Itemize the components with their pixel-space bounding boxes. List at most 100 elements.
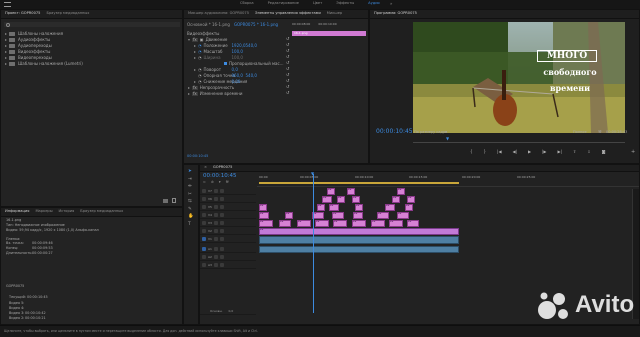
video-clip[interactable]: 16: [259, 220, 273, 227]
video-clip[interactable]: 16: [329, 204, 339, 211]
param-value[interactable]: 1920,0: [232, 43, 246, 48]
toggle-output-icon[interactable]: [202, 197, 206, 201]
trash-icon[interactable]: [172, 198, 176, 203]
linked-selection-icon[interactable]: ⊘: [211, 180, 214, 185]
lock-icon[interactable]: [213, 213, 218, 217]
param-value[interactable]: 100,0: [232, 55, 243, 60]
workspace-tab-effects[interactable]: Эффекты: [336, 1, 354, 6]
stopwatch-icon[interactable]: ◔: [198, 49, 202, 54]
video-clip[interactable]: 16: [392, 196, 400, 203]
param-row[interactable]: ◔ Снижение мерцания 0,00: [194, 79, 247, 84]
eye-icon[interactable]: [219, 229, 224, 233]
video-clip[interactable]: 16: [405, 204, 413, 211]
tab-effect-controls[interactable]: Элементы управления эффектами: [255, 12, 321, 16]
wrench-icon[interactable]: ⚒: [598, 130, 602, 134]
video-clip[interactable]: 16: [315, 220, 329, 227]
razor-tool-icon[interactable]: ✂: [188, 192, 194, 198]
toggle-output-icon[interactable]: [202, 237, 206, 241]
video-clip[interactable]: 16: [389, 220, 403, 227]
track-header-v7[interactable]: V7: [200, 188, 256, 195]
folder-item[interactable]: Шаблоны наложения (Lumetri): [5, 61, 83, 66]
effect-opacity-row[interactable]: fx Непрозрачность: [188, 85, 234, 90]
video-clip[interactable]: 16: [385, 204, 395, 211]
ripple-edit-tool-icon[interactable]: ⇹: [188, 184, 194, 190]
video-clip[interactable]: 16: [352, 196, 360, 203]
eye-icon[interactable]: [219, 205, 224, 209]
slip-tool-icon[interactable]: ⇆: [188, 199, 194, 205]
video-clip[interactable]: 16: [347, 188, 355, 195]
menu-lines-icon[interactable]: [4, 2, 11, 7]
extract-icon[interactable]: ⇩: [587, 150, 590, 154]
workspace-tab-assembly[interactable]: Сборка: [240, 1, 254, 6]
workspace-tab-audio[interactable]: Аудио: [368, 1, 380, 6]
folder-item[interactable]: Аудиоэффекты: [5, 37, 50, 42]
stopwatch-icon[interactable]: ◔: [198, 55, 202, 60]
eye-icon[interactable]: [219, 213, 224, 217]
video-clip[interactable]: 16: [332, 212, 344, 219]
tab-media-browser[interactable]: Браузер медиаданных: [80, 210, 123, 214]
wrench-icon[interactable]: ⚒: [226, 180, 229, 185]
eye-icon[interactable]: [219, 237, 224, 241]
export-frame-icon[interactable]: ◙: [602, 150, 606, 154]
toggle-output-icon[interactable]: [202, 229, 206, 233]
track-header-v3[interactable]: V3: [200, 220, 256, 227]
overflow-chevron-icon[interactable]: »: [390, 2, 392, 6]
tab-history[interactable]: История: [59, 210, 75, 214]
track-header-a2[interactable]: A2: [200, 254, 256, 261]
pen-tool-icon[interactable]: ✎: [188, 207, 194, 213]
project-search-input[interactable]: [4, 22, 180, 27]
folder-item[interactable]: Шаблоны наложения: [5, 31, 63, 36]
toggle-output-icon[interactable]: [202, 205, 206, 209]
video-clip[interactable]: 16: [297, 220, 311, 227]
stopwatch-icon[interactable]: ◔: [198, 73, 202, 78]
lock-icon[interactable]: [213, 189, 218, 193]
param-row[interactable]: ◔ Масштаб 100,0: [194, 49, 243, 54]
tab-audio-clip-mixer[interactable]: Микшер аудиоклипа: GOPR0075: [188, 12, 249, 16]
video-clip[interactable]: 16: [407, 220, 419, 227]
step-back-icon[interactable]: ◀|: [513, 150, 517, 154]
tab-info[interactable]: Информация: [5, 210, 29, 214]
chevron-down-icon[interactable]: ▾: [445, 131, 447, 134]
audio-clip-a1[interactable]: [259, 246, 459, 253]
workspace-tab-editing[interactable]: Редактирование: [268, 1, 299, 6]
tab-mixer[interactable]: Микшер: [327, 12, 342, 16]
stopwatch-icon[interactable]: ◔: [198, 67, 202, 72]
type-tool-icon[interactable]: T: [188, 222, 194, 228]
video-clip[interactable]: 16: [407, 196, 415, 203]
toggle-output-icon[interactable]: [202, 247, 206, 251]
close-icon[interactable]: ×: [204, 166, 207, 170]
param-row[interactable]: ◔ Опорная точка 960,0 540,0: [194, 73, 257, 78]
sequence-clip-label[interactable]: GOPR0075 * 16-1.png: [234, 22, 278, 27]
effect-time-remap-row[interactable]: fx Изменение времени: [188, 91, 242, 96]
video-preview[interactable]: МНОГО свободного времени: [413, 22, 625, 133]
video-clip[interactable]: 16: [259, 212, 269, 219]
add-marker-icon[interactable]: ▾: [219, 180, 221, 185]
effect-motion-row[interactable]: fx ▣ Движение: [188, 37, 227, 42]
video-clip[interactable]: 16: [353, 212, 363, 219]
video-clip[interactable]: 16: [371, 220, 385, 227]
playhead-marker-icon[interactable]: ▼: [446, 137, 449, 141]
video-clip[interactable]: 16: [259, 204, 267, 211]
solo-icon[interactable]: [219, 255, 224, 259]
param-value[interactable]: 960,0: [232, 73, 246, 78]
video-clip[interactable]: 16: [397, 212, 409, 219]
video-clip[interactable]: 16: [327, 188, 335, 195]
toggle-output-icon[interactable]: [202, 213, 206, 217]
toggle-output-icon[interactable]: [202, 255, 206, 259]
playhead-marker-icon[interactable]: ▼: [311, 172, 314, 176]
timeline-timecode[interactable]: 00:00:10:45: [203, 173, 237, 180]
track-header-a3[interactable]: A3: [200, 262, 256, 269]
param-value[interactable]: 0,0: [232, 67, 238, 72]
toggle-output-icon[interactable]: [202, 189, 206, 193]
lock-icon[interactable]: [213, 205, 218, 209]
snap-icon[interactable]: ⊂: [203, 180, 206, 185]
selection-tool-icon[interactable]: ➤: [188, 169, 194, 175]
video-clip[interactable]: 16: [322, 196, 332, 203]
eye-icon[interactable]: [219, 197, 224, 201]
eye-icon[interactable]: [219, 189, 224, 193]
program-scrubber[interactable]: [413, 138, 625, 143]
track-header-master[interactable]: Основн. 0,0: [200, 308, 256, 315]
video-clip[interactable]: 16: [337, 196, 345, 203]
video-clip[interactable]: 16: [285, 212, 293, 219]
param-row[interactable]: ◔ Ширина 100,0: [194, 55, 243, 60]
